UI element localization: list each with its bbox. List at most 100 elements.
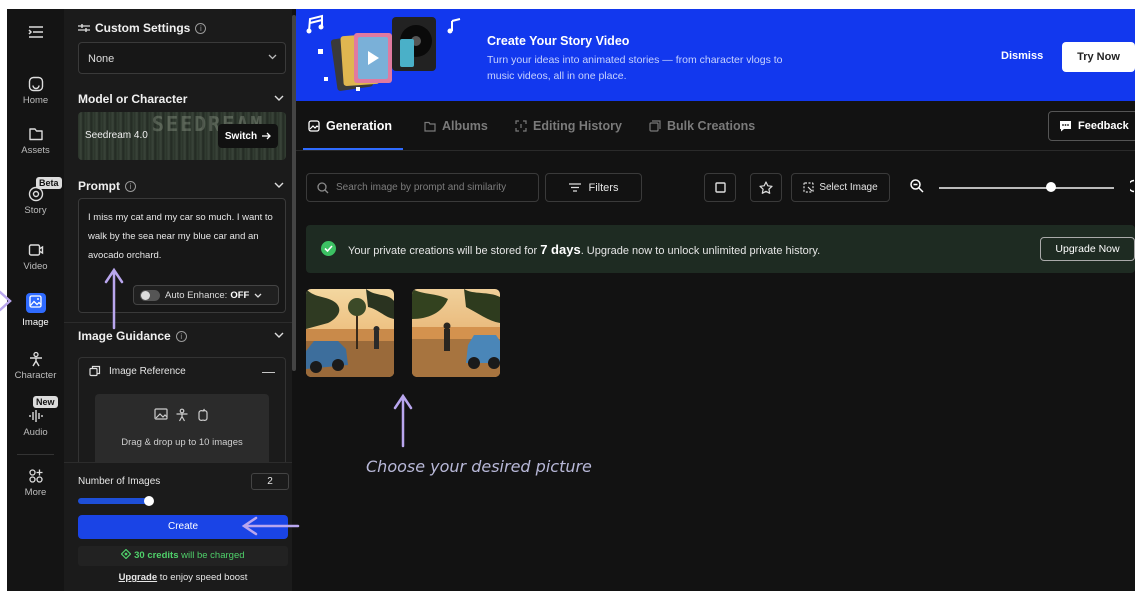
image-reference-header[interactable]: Image Reference — [89, 365, 186, 377]
zoom-slider-handle[interactable] — [1046, 182, 1056, 192]
collapse-icon[interactable]: — — [262, 364, 275, 379]
auto-enhance-toggle[interactable]: Auto Enhance: OFF — [133, 285, 279, 305]
filters-button[interactable]: Filters — [545, 173, 642, 202]
number-of-images-input[interactable]: 2 — [251, 473, 289, 490]
feedback-button[interactable]: Feedback — [1048, 111, 1135, 141]
rail-item-audio[interactable]: Audio — [7, 408, 64, 438]
image-search-input[interactable]: Search image by prompt and similarity — [306, 173, 539, 202]
character-icon — [29, 351, 42, 367]
rail-item-image[interactable]: Image — [7, 293, 64, 328]
annotation-caption: Choose your desired picture — [366, 457, 592, 476]
tab-generation[interactable]: Generation — [308, 119, 392, 133]
chevron-down-icon — [268, 54, 277, 60]
tab-albums[interactable]: Albums — [424, 119, 488, 133]
image-drop-zone[interactable]: Drag & drop up to 10 images — [95, 394, 269, 464]
rail-label-assets: Assets — [21, 145, 50, 156]
prompt-section-header[interactable]: Prompt i — [78, 179, 286, 193]
folder-icon — [424, 121, 436, 132]
select-image-icon — [803, 182, 814, 193]
rail-item-more[interactable]: More — [7, 468, 64, 498]
rail-label-image: Image — [22, 317, 49, 328]
custom-settings-select[interactable]: None — [78, 42, 286, 74]
number-of-images-label: Number of Images — [78, 476, 161, 487]
credit-icon — [121, 548, 132, 560]
info-icon[interactable]: i — [175, 330, 187, 342]
switch-label: Switch — [224, 130, 258, 142]
image-icon — [29, 295, 42, 308]
model-card[interactable]: SEEDREAM Seedream 4.0 Switch — [78, 112, 286, 160]
dismiss-button[interactable]: Dismiss — [1001, 50, 1043, 62]
zoom-out-icon[interactable] — [910, 179, 924, 193]
zoom-in-icon[interactable] — [1130, 179, 1135, 193]
image-guidance-header[interactable]: Image Guidance i — [78, 329, 286, 343]
slider-handle[interactable] — [144, 496, 154, 506]
credits-notice: 30 credits will be charged — [78, 546, 288, 566]
banner-illustration — [306, 14, 461, 91]
drop-zone-text: Drag & drop up to 10 images — [121, 437, 243, 448]
generate-bar: Number of Images 2 Create 30 credits wil… — [64, 462, 292, 591]
check-circle-icon — [321, 241, 336, 256]
menu-icon — [27, 26, 43, 38]
rail-active-indicator — [25, 293, 46, 313]
rail-item-story[interactable]: Story — [7, 186, 64, 216]
rail-item-home[interactable]: Home — [7, 76, 64, 106]
rail-menu-toggle[interactable] — [7, 25, 64, 42]
model-section-header[interactable]: Model or Character — [78, 92, 286, 106]
rail-item-assets[interactable]: Assets — [7, 126, 64, 156]
app-window: Home Assets Story Beta Video Image Chara… — [7, 9, 1135, 591]
sliders-icon — [78, 24, 90, 32]
rail-label-story: Story — [24, 205, 47, 216]
info-icon[interactable]: i — [195, 22, 207, 34]
prompt-input[interactable]: I miss my cat and my car so much. I want… — [78, 198, 286, 313]
tab-editing-history-label: Editing History — [533, 119, 622, 133]
tab-editing-history[interactable]: Editing History — [515, 119, 622, 133]
folder-icon — [28, 128, 43, 141]
credits-amount: 30 credits — [134, 550, 179, 561]
tab-albums-label: Albums — [442, 119, 488, 133]
model-name: Seedream 4.0 — [85, 130, 148, 141]
custom-settings-title: Custom Settings — [95, 21, 191, 35]
rail-label-audio: Audio — [23, 427, 48, 438]
upgrade-link[interactable]: Upgrade — [119, 572, 158, 583]
favorites-button[interactable] — [750, 173, 782, 202]
rail-item-character[interactable]: Character — [7, 351, 64, 381]
banner-title: Create Your Story Video — [487, 34, 630, 48]
zoom-slider[interactable] — [939, 187, 1114, 189]
prompt-section-title: Prompt — [78, 179, 120, 193]
search-icon — [317, 181, 329, 193]
image-reference-box: Image Reference — Drag & drop up to 10 i… — [78, 357, 286, 464]
custom-settings-header: Custom Settings i — [78, 21, 286, 35]
select-all-checkbox[interactable] — [704, 173, 736, 202]
rail-label-home: Home — [22, 95, 49, 106]
image-reference-label: Image Reference — [109, 365, 186, 377]
tab-generation-label: Generation — [326, 119, 392, 133]
generated-image-2[interactable] — [412, 289, 500, 377]
rail-item-video[interactable]: Video — [7, 242, 64, 272]
info-icon[interactable]: i — [125, 180, 136, 192]
image-upload-icon — [154, 408, 168, 420]
try-now-button[interactable]: Try Now — [1062, 42, 1135, 72]
select-image-button[interactable]: Select Image — [791, 173, 890, 202]
character-upload-icon — [176, 408, 188, 422]
chevron-down-icon — [254, 293, 262, 298]
create-button[interactable]: Create — [78, 515, 288, 539]
number-of-images-slider[interactable] — [78, 498, 150, 504]
checkbox-icon — [714, 182, 726, 193]
generated-image-1[interactable] — [306, 289, 394, 377]
editing-history-icon — [515, 120, 527, 132]
upgrade-now-button[interactable]: Upgrade Now — [1040, 237, 1135, 261]
drop-icons — [95, 408, 269, 422]
panel-divider — [64, 322, 292, 323]
chevron-down-icon — [274, 332, 284, 338]
tab-bulk-creations[interactable]: Bulk Creations — [649, 119, 755, 133]
toggle-switch[interactable] — [140, 289, 160, 301]
chevron-down-icon — [274, 182, 284, 188]
active-tab-indicator — [303, 148, 403, 150]
switch-model-button[interactable]: Switch — [218, 124, 278, 148]
prompt-text[interactable]: I miss my cat and my car so much. I want… — [88, 208, 278, 265]
credits-suffix: will be charged — [181, 550, 245, 561]
filter-icon — [568, 183, 581, 192]
more-icon — [28, 469, 43, 483]
rail-label-character: Character — [14, 370, 57, 381]
main-area: Create Your Story Video Turn your ideas … — [296, 9, 1135, 591]
